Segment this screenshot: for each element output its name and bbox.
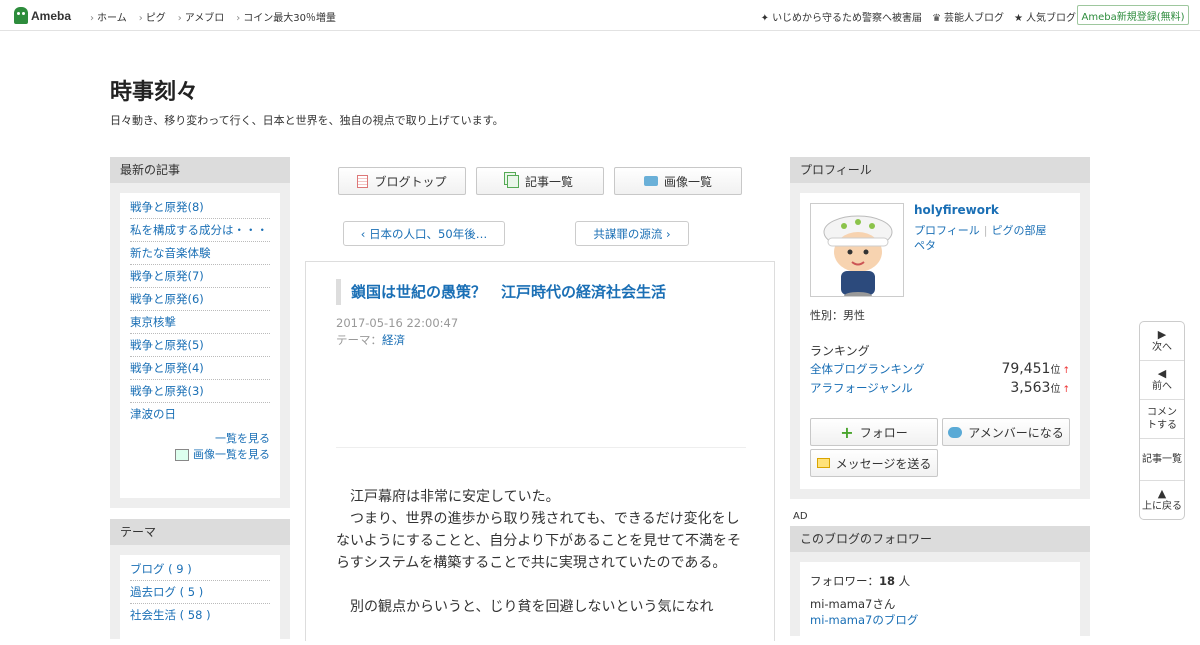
crown-icon: ♛ [932,13,942,24]
list-item: 東京核撃 [130,311,270,334]
list-item: 戦争と原発(4) [130,357,270,380]
view-images-link[interactable]: 画像一覧を見る [193,448,270,461]
blog-description: 日々動き、移り変わって行く、日本と世界を、独自の視点で取り上げています。 [110,114,504,127]
comment-button[interactable]: コメントする [1140,400,1184,439]
list-item: 戦争と原発(8) [130,196,270,219]
speech-bubble-icon [948,426,963,438]
theme-link[interactable]: 経済 [382,333,405,347]
blog-title[interactable]: 時事刻々 [110,74,198,106]
side-nav: ▶ 次へ ◀ 前へ コメントする 記事一覧 ▲ 上に戻る [1139,321,1185,520]
latest-articles-panel: 最新の記事 戦争と原発(8) 私を構成する成分は・・・ 新たな音楽体験 戦争と原… [110,157,290,508]
camera-icon [643,176,658,186]
prev-article-link[interactable]: ‹ 日本の人口、50年後… [343,221,505,246]
profile-name[interactable]: holyfirework [914,203,999,217]
themes-panel: テーマ ブログ ( 9 ) 過去ログ ( 5 ) 社会生活 ( 58 ) [110,519,290,645]
celebrity-blog-link[interactable]: ♛ 芸能人ブログ [932,9,1004,24]
back-to-top-button[interactable]: ▲ 上に戻る [1140,481,1184,519]
list-item: 社会生活 ( 58 ) [130,608,211,622]
amember-button[interactable]: アメンバーになる [942,418,1070,446]
envelope-icon [816,458,830,468]
arrow-up-icon: ↑ [1062,385,1070,395]
ranking-heading: ランキング [810,344,870,358]
blog-top-button[interactable]: ブログトップ [338,167,466,195]
followers-panel: このブログのフォロワー フォロワー：18 人 mi-mama7さん mi-mam… [790,526,1090,642]
signup-button[interactable]: Ameba新規登録(無料) [1077,5,1189,25]
peta-link[interactable]: ペタ [914,239,936,252]
article: 鎖国は世紀の愚策？ 江戸時代の経済社会生活 2017-05-16 22:00:4… [305,261,775,641]
list-item: 戦争と原発(3) [130,380,270,403]
list-item: 戦争と原発(5) [130,334,270,357]
follow-button[interactable]: + フォロー [810,418,938,446]
ameba-logo[interactable]: Ameba [14,6,71,25]
profile-panel: プロフィール holyfirework プロフィール | ピグの部屋 ペタ 性別：男… [790,157,1090,499]
list-item: 戦争と原発(6) [130,288,270,311]
profile-heading: プロフィール [790,157,1090,183]
list-item: 新たな音楽体験 [130,242,270,265]
star-icon: ★ [1014,13,1023,24]
ameba-logo-icon [14,7,28,24]
play-right-icon: ▶ [1157,328,1167,341]
logo-text: Ameba [31,8,72,23]
nav-coin[interactable]: コイン最大30％増量 [236,9,336,24]
divider [336,447,746,448]
article-list-side-button[interactable]: 記事一覧 [1140,439,1184,481]
nav-pigg[interactable]: ピグ [139,9,166,24]
news-link[interactable]: ✦ いじめから守るため警察へ被害届 [761,9,922,24]
paragraph: 別の観点からいうと、じり貧を回避しないという気になれ [350,599,714,615]
nav-ameblo[interactable]: アメブロ [178,9,225,24]
themes-list: ブログ ( 9 ) 過去ログ ( 5 ) 社会生活 ( 58 ) [130,558,270,626]
arrow-up-icon: ↑ [1062,366,1070,376]
article-date: 2017-05-16 22:00:47 [336,316,459,330]
profile-gender: 性別：男性 [810,309,865,322]
article-theme: テーマ：経済 [336,333,405,347]
document-icon [357,174,369,188]
list-item: 戦争と原発(7) [130,265,270,288]
message-button[interactable]: メッセージを送る [810,449,938,477]
triangle-up-icon: ▲ [1157,487,1167,500]
prev-button[interactable]: ◀ 前へ [1140,361,1184,400]
follower-count: フォロワー：18 人 [810,574,911,588]
global-nav: ホーム ピグ アメブロ コイン最大30％増量 [90,9,336,24]
avatar-image [811,204,903,296]
copy-icon [506,174,519,188]
image-list-icon [175,449,189,461]
global-header: Ameba ホーム ピグ アメブロ コイン最大30％増量 ✦いじめから守るため警… [0,0,1200,31]
play-left-icon: ◀ [1157,367,1167,380]
avatar[interactable] [810,203,904,297]
rank-row-genre: アラフォージャンル 3,563位 ↑ [810,380,1070,396]
list-item: ブログ ( 9 ) [130,558,270,581]
nav-home[interactable]: ホーム [90,9,127,24]
list-item: 津波の日 [130,407,176,421]
article-list-button[interactable]: 記事一覧 [476,167,604,195]
rank-row-overall: 全体ブログランキング 79,451位 ↑ [810,361,1070,377]
article-body: 江戸幕府は非常に安定していた。 つまり、世界の進歩から取り残されても、できるだけ… [336,486,746,618]
header-links: ✦ いじめから守るため警察へ被害届 ♛ 芸能人ブログ ★ 人気ブログ [761,9,1076,24]
list-item: 過去ログ ( 5 ) [130,581,270,604]
plus-icon: + [840,422,854,442]
ad-label: AD [793,511,808,522]
image-list-button[interactable]: 画像一覧 [614,167,742,195]
profile-link[interactable]: プロフィール [914,224,980,237]
sparkle-icon: ✦ [760,13,770,24]
pigg-room-link[interactable]: ピグの部屋 [992,224,1047,237]
follower-blog-link[interactable]: mi-mama7のブログ [810,612,918,628]
list-item: 私を構成する成分は・・・ [130,219,270,242]
chevron-left-icon: ‹ [360,226,370,241]
next-article-link[interactable]: 共謀罪の源流 › [575,221,689,246]
popular-blog-link[interactable]: ★ 人気ブログ [1014,9,1076,24]
profile-links: プロフィール | ピグの部屋 ペタ [914,224,1047,252]
latest-articles-heading: 最新の記事 [110,157,290,183]
article-title[interactable]: 鎖国は世紀の愚策？ 江戸時代の経済社会生活 [336,279,666,305]
paragraph: つまり、世界の進歩から取り残されても、できるだけ変化をしないようにすることと、自… [336,511,742,571]
followers-heading: このブログのフォロワー [790,526,1090,552]
chevron-right-icon: › [662,226,671,241]
latest-articles-list: 戦争と原発(8) 私を構成する成分は・・・ 新たな音楽体験 戦争と原発(7) 戦… [130,196,270,425]
themes-heading: テーマ [110,519,290,545]
view-list-link[interactable]: 一覧を見る [215,432,270,445]
paragraph: 江戸幕府は非常に安定していた。 [350,489,560,505]
next-button[interactable]: ▶ 次へ [1140,322,1184,361]
follower-user: mi-mama7さん [810,597,896,611]
